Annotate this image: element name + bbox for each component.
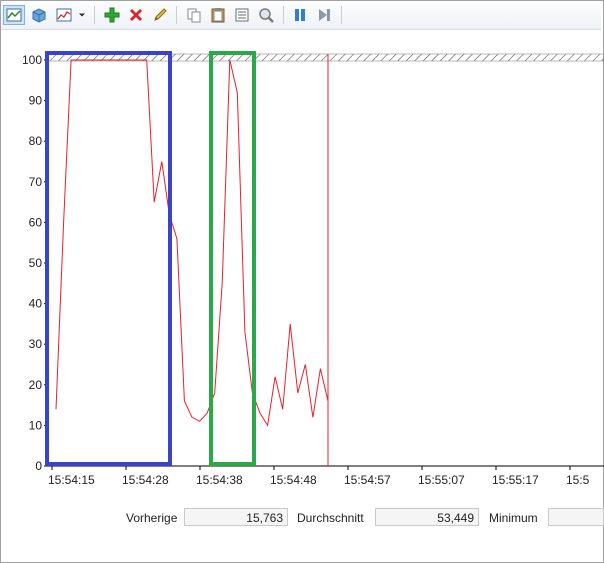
x-tick-label: 15:54:28 bbox=[122, 473, 169, 487]
y-tick-label: 30 bbox=[29, 337, 43, 351]
minimum-value-field bbox=[548, 508, 604, 526]
y-tick-label: 60 bbox=[29, 215, 43, 229]
y-tick-label: 40 bbox=[29, 297, 43, 311]
previous-label: Vorherige bbox=[126, 511, 178, 525]
y-tick-label: 80 bbox=[29, 134, 43, 148]
y-tick-label: 70 bbox=[29, 175, 43, 189]
x-tick-label: 15:55:17 bbox=[492, 473, 539, 487]
line-chart: 0 10 20 30 40 50 60 70 80 90 100 15:54:15 15:54:28 1… bbox=[22, 51, 604, 487]
series-line bbox=[55, 59, 329, 427]
x-tick-label: 15:5 bbox=[566, 473, 590, 487]
y-tick-label: 10 bbox=[29, 418, 43, 432]
y-tick-label: 0 bbox=[35, 459, 42, 473]
x-tick-label: 15:54:57 bbox=[344, 473, 391, 487]
y-tick-label: 100 bbox=[22, 53, 42, 67]
average-value-field: 53,449 bbox=[375, 508, 479, 526]
x-tick-label: 15:54:38 bbox=[196, 473, 243, 487]
y-tick-label: 50 bbox=[29, 256, 43, 270]
average-label: Durchschnitt bbox=[297, 511, 364, 525]
y-tick-label: 20 bbox=[29, 378, 43, 392]
green-highlight-box bbox=[209, 51, 256, 466]
y-tick-label: 90 bbox=[29, 94, 43, 108]
blue-highlight-box bbox=[45, 51, 172, 466]
x-tick-label: 15:55:07 bbox=[418, 473, 465, 487]
x-tick-label: 15:54:15 bbox=[48, 473, 95, 487]
minimum-label: Minimum bbox=[489, 511, 538, 525]
x-tick-label: 15:54:48 bbox=[270, 473, 317, 487]
previous-value-field: 15,763 bbox=[184, 508, 288, 526]
